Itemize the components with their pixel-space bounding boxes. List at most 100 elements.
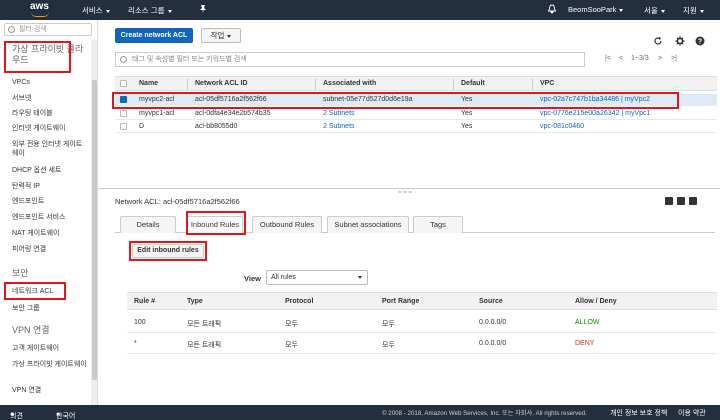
- col-name[interactable]: Name: [139, 80, 158, 87]
- support-menu[interactable]: 지원: [683, 5, 704, 16]
- table-header: Rule # Type Protocol Port Range Source A…: [127, 292, 717, 310]
- sidebar-search-placeholder: 필터 검색: [19, 26, 47, 33]
- sidebar-item-vpcs[interactable]: VPCs: [12, 78, 92, 87]
- col-associated[interactable]: Associated with: [323, 80, 376, 87]
- gear-icon[interactable]: [675, 36, 685, 46]
- row-checkbox[interactable]: [120, 110, 127, 117]
- sidebar-item-virtual-private-gateways[interactable]: 가상 프라이빗 게이트웨이: [12, 360, 90, 369]
- main-content: Create network ACL 작업 ? 태그 및 속성별 필터 또는 키…: [98, 20, 720, 405]
- create-network-acl-button[interactable]: Create network ACL: [115, 28, 193, 43]
- actions-label: 작업: [210, 31, 225, 40]
- sidebar-item-vpn-connections[interactable]: VPN 연결: [12, 386, 92, 395]
- region-menu[interactable]: 서울: [644, 5, 665, 16]
- user-menu[interactable]: BeomSooPark: [568, 5, 624, 14]
- services-label: 서비스: [82, 6, 103, 15]
- view-filter-select[interactable]: All rules: [266, 270, 368, 285]
- prev-page-icon[interactable]: <: [619, 55, 623, 62]
- sidebar-item-egress-only-gateways[interactable]: 외부 전용 인터넷 게이트웨이: [12, 140, 88, 158]
- detail-title-label: Network ACL:: [115, 197, 161, 206]
- cell-rule-number: 100: [134, 319, 146, 326]
- col-acl-id[interactable]: Network ACL ID: [195, 80, 248, 87]
- services-menu[interactable]: 서비스: [82, 5, 110, 16]
- last-page-icon[interactable]: >|: [671, 55, 677, 62]
- col-vpc[interactable]: VPC: [540, 80, 554, 87]
- filter-search-input[interactable]: 태그 및 속성별 필터 또는 키워드별 검색: [115, 52, 585, 67]
- cell-allow-status: ALLOW: [575, 319, 600, 326]
- col-type: Type: [187, 298, 203, 305]
- col-allow-deny: Allow / Deny: [575, 298, 617, 305]
- chevron-down-icon: [105, 9, 110, 13]
- first-page-icon[interactable]: |<: [605, 55, 611, 62]
- support-label: 지원: [683, 6, 697, 15]
- scrollbar-thumb[interactable]: [92, 80, 97, 380]
- tab-subnet-associations[interactable]: Subnet associations: [327, 216, 409, 233]
- pin-icon[interactable]: [198, 4, 208, 14]
- layout-split-icon[interactable]: [677, 197, 685, 205]
- aws-logo[interactable]: aws: [30, 2, 52, 18]
- resource-groups-menu[interactable]: 리소스 그룹: [128, 5, 172, 16]
- tab-outbound-rules[interactable]: Outbound Rules: [252, 216, 322, 233]
- cell-associated-link[interactable]: 2 Subnets: [323, 123, 355, 130]
- cell-default: Yes: [461, 110, 473, 117]
- tab-tags[interactable]: Tags: [413, 216, 463, 233]
- sidebar-item-internet-gateways[interactable]: 인터넷 게이트웨이: [12, 124, 92, 133]
- sidebar-item-elastic-ips[interactable]: 탄력적 IP: [12, 182, 92, 191]
- terms-link[interactable]: 이용 약관: [678, 408, 706, 418]
- cell-type: 모든 트래픽: [187, 342, 222, 349]
- sidebar-item-subnets[interactable]: 서브넷: [12, 94, 92, 103]
- pager-range: 1~3/3: [631, 55, 649, 62]
- sidebar-search-input[interactable]: 필터 검색: [4, 23, 92, 36]
- sidebar-item-route-tables[interactable]: 라우팅 테이블: [12, 109, 92, 118]
- layout-bottom-icon[interactable]: [689, 197, 697, 205]
- next-page-icon[interactable]: >: [658, 55, 662, 62]
- search-icon: [120, 56, 127, 63]
- table-row: * 모든 트래픽 모두 모두 0.0.0.0/0 DENY: [127, 334, 717, 354]
- sidebar-item-security-groups[interactable]: 보안 그룹: [12, 304, 92, 313]
- sidebar-item-peering[interactable]: 피어링 연결: [12, 245, 92, 254]
- table-row[interactable]: D acl-bb8055d0 2 Subnets Yes vpc-081c046…: [115, 121, 717, 133]
- refresh-icon[interactable]: [653, 36, 663, 46]
- sidebar-scrollbar[interactable]: [91, 40, 97, 405]
- highlight-box: [129, 241, 207, 261]
- col-source: Source: [479, 298, 503, 305]
- top-navigation-bar: aws 서비스 리소스 그룹 BeomSooPark 서울 지원: [0, 0, 720, 20]
- panel-splitter[interactable]: = = =: [98, 188, 720, 196]
- cell-vpc-link[interactable]: vpc-0776e215e00a26342 | myVpc1: [540, 110, 650, 117]
- sidebar: 필터 검색 가상 프라이빗 클라우드 VPCs 서브넷 라우팅 테이블 인터넷 …: [0, 20, 98, 405]
- tab-details[interactable]: Details: [120, 216, 176, 233]
- col-port-range: Port Range: [382, 298, 420, 305]
- table-row[interactable]: myvpc1-acl acl-0dfa4e34e2b574b35 2 Subne…: [115, 108, 717, 120]
- bell-icon[interactable]: [547, 4, 557, 14]
- detail-title-value: acl-05df5716a2f562f66: [162, 197, 240, 206]
- help-icon[interactable]: ?: [695, 36, 705, 46]
- sidebar-section-security[interactable]: 보안: [12, 268, 29, 279]
- select-all-checkbox[interactable]: [120, 80, 127, 87]
- actions-button[interactable]: 작업: [201, 28, 241, 43]
- row-checkbox[interactable]: [120, 123, 127, 130]
- aws-smile-icon: [31, 12, 49, 17]
- privacy-policy-link[interactable]: 개인 정보 보호 정책: [610, 408, 667, 418]
- layout-full-icon[interactable]: [665, 197, 673, 205]
- sidebar-item-endpoint-services[interactable]: 엔드포인트 서비스: [12, 213, 92, 222]
- search-icon: [8, 26, 15, 33]
- cell-acl-id: acl-bb8055d0: [195, 123, 238, 130]
- cell-port-range: 모두: [382, 342, 395, 349]
- column-separator: [187, 79, 188, 90]
- sidebar-item-customer-gateways[interactable]: 고객 게이트웨이: [12, 344, 92, 353]
- view-label: View: [244, 274, 261, 283]
- cell-type: 모든 트래픽: [187, 321, 222, 328]
- detail-title: Network ACL: acl-05df5716a2f562f66: [115, 197, 240, 206]
- col-default[interactable]: Default: [461, 80, 485, 87]
- view-selected-value: All rules: [271, 274, 296, 281]
- chevron-down-icon: [358, 276, 362, 279]
- sidebar-item-dhcp-options[interactable]: DHCP 옵션 세트: [12, 166, 92, 175]
- sidebar-item-nat-gateways[interactable]: NAT 게이트웨이: [12, 229, 92, 238]
- highlight-box: [4, 41, 71, 73]
- cell-associated-link[interactable]: 2 Subnets: [323, 110, 355, 117]
- chevron-down-icon: [699, 9, 704, 13]
- sidebar-item-endpoints[interactable]: 엔드포인트: [12, 197, 92, 206]
- drag-handle-icon[interactable]: = = =: [398, 190, 412, 196]
- cell-vpc-link[interactable]: vpc-081c0460: [540, 123, 584, 130]
- sidebar-section-vpn[interactable]: VPN 연결: [12, 325, 50, 336]
- user-name: BeomSooPark: [568, 5, 617, 14]
